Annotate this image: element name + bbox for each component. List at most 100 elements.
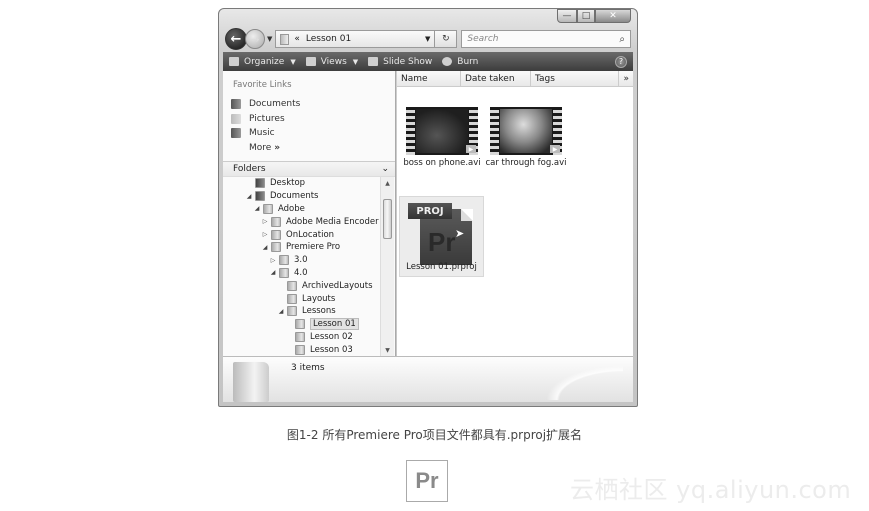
expand-arrow-icon[interactable]: ◢ (253, 205, 261, 212)
folders-label: Folders (233, 164, 266, 174)
help-button[interactable]: ? (615, 55, 627, 68)
expand-arrow-icon[interactable]: ◢ (261, 244, 269, 251)
tree-item-desktop[interactable]: Desktop (223, 177, 380, 190)
folder-icon (263, 203, 273, 214)
tree-item-lesson-01[interactable]: Lesson 01 (223, 318, 380, 331)
navigation-pane: Favorite Links Documents Pictures Music … (223, 71, 396, 356)
tree-item-layouts[interactable]: Layouts (223, 292, 380, 305)
tree-item-3-0[interactable]: ▷ 3.0 (223, 254, 380, 267)
forward-button[interactable]: → (245, 29, 265, 49)
address-bar[interactable]: « Lesson 01 ▼ (275, 30, 436, 48)
organize-button[interactable]: Organize ▼ (229, 57, 296, 67)
tree-item-adobe[interactable]: ◢ Adobe (223, 203, 380, 216)
minimize-button[interactable]: — (557, 9, 577, 23)
expand-arrow-icon[interactable]: ◢ (269, 269, 277, 276)
slide-show-button[interactable]: Slide Show (368, 57, 432, 67)
views-icon (305, 57, 316, 66)
organize-label: Organize (244, 56, 285, 67)
file-item-boss-on-phone[interactable]: ▶ boss on phone.avi (403, 107, 481, 168)
burn-button[interactable]: Burn (442, 57, 478, 67)
explorer-window: — □ ✕ ← → ▼ « Lesson 01 ▼ ↻ Search ⌕ Org… (218, 8, 638, 407)
file-item-car-through-fog[interactable]: ▶ car through fog.avi (483, 107, 569, 168)
chevron-down-icon: ▼ (290, 57, 296, 66)
refresh-icon: ↻ (442, 34, 450, 44)
expand-arrow-icon[interactable]: ◢ (277, 308, 285, 315)
address-dropdown[interactable]: ▼ (421, 35, 434, 43)
tree-item-lessons[interactable]: ◢ Lessons (223, 305, 380, 318)
address-prefix[interactable]: « (294, 34, 300, 44)
tree-item-adobe-media-encoder[interactable]: ▷ Adobe Media Encoder (223, 215, 380, 228)
views-button[interactable]: Views ▼ (305, 57, 358, 67)
scrollbar-thumb[interactable] (383, 199, 392, 239)
back-button[interactable]: ← (225, 28, 247, 50)
tree-label: Premiere Pro (286, 242, 341, 253)
proj-tag: PROJ (408, 203, 452, 219)
column-headers: Name Date taken Tags » (397, 71, 633, 87)
refresh-button[interactable]: ↻ (435, 30, 458, 48)
favorite-pictures[interactable]: Pictures (223, 112, 395, 127)
tree-label: 4.0 (294, 267, 308, 278)
tree-item-archivedlayouts[interactable]: ArchivedLayouts (223, 279, 380, 292)
tree-label: Lesson 01 (310, 318, 359, 331)
folder-icon (255, 178, 265, 189)
favorite-music[interactable]: Music (223, 126, 395, 141)
folders-header[interactable]: Folders ⌄ (223, 161, 395, 177)
back-arrow-icon: ← (230, 31, 242, 47)
expand-arrow-icon[interactable]: ▷ (269, 257, 277, 264)
window-caption-buttons: — □ ✕ (557, 9, 631, 23)
chevron-down-icon: ⌄ (381, 164, 389, 174)
file-name: car through fog.avi (485, 158, 567, 168)
folder-icon (279, 267, 289, 278)
recent-pages-dropdown[interactable]: ▼ (267, 35, 272, 43)
logo-text: Pr (415, 468, 439, 493)
tree-item-lesson-03[interactable]: Lesson 03 (223, 343, 380, 356)
video-thumbnail: ▶ (490, 107, 562, 155)
folder-icon (295, 331, 305, 342)
column-date-taken[interactable]: Date taken (461, 71, 531, 86)
file-list-pane: Name Date taken Tags » ▶ boss on phone.a… (397, 71, 633, 356)
organize-icon (229, 57, 239, 66)
item-count: 3 items (291, 363, 325, 373)
favorite-links-header: Favorite Links (233, 80, 292, 90)
file-item-lesson-01-prproj[interactable]: PROJ Pr ➤ Lesson 01.prproj (399, 196, 484, 277)
favorite-label: Music (249, 128, 275, 139)
premiere-logo-icon: Pr (406, 460, 448, 502)
tree-item-onlocation[interactable]: ▷ OnLocation (223, 228, 380, 241)
favorite-documents[interactable]: Documents (223, 97, 395, 112)
file-name: Lesson 01.prproj (406, 262, 477, 272)
search-icon[interactable]: ⌕ (619, 34, 625, 45)
expand-arrow-icon[interactable]: ◢ (245, 193, 253, 200)
scroll-down-icon[interactable]: ▼ (381, 344, 394, 356)
tree-item-lesson-02[interactable]: Lesson 02 (223, 331, 380, 344)
column-name[interactable]: Name (397, 71, 461, 86)
folder-icon (271, 216, 281, 227)
expand-arrow-icon[interactable]: ▷ (261, 231, 269, 238)
search-input[interactable]: Search ⌕ (461, 30, 631, 48)
folder-icon (287, 306, 297, 317)
folder-tree-scrollbar[interactable]: ▲ ▼ (380, 177, 394, 356)
forward-arrow-icon: → (250, 32, 260, 46)
favorite-label: Documents (249, 99, 301, 110)
tree-label: ArchivedLayouts (302, 280, 373, 291)
column-tags[interactable]: Tags (531, 71, 619, 86)
tree-label: Documents (270, 191, 319, 202)
close-button[interactable]: ✕ (595, 9, 631, 23)
tree-item-premiere-pro[interactable]: ◢ Premiere Pro (223, 241, 380, 254)
maximize-button[interactable]: □ (577, 9, 595, 23)
folder-icon (287, 293, 297, 304)
decorative-swoosh (533, 360, 623, 400)
more-columns-icon[interactable]: » (619, 71, 633, 86)
address-path[interactable]: Lesson 01 (306, 34, 421, 44)
tree-item-4-0[interactable]: ◢ 4.0 (223, 267, 380, 280)
favorite-more[interactable]: More » (223, 141, 395, 156)
folder-icon (280, 33, 290, 45)
expand-arrow-icon[interactable]: ▷ (261, 218, 269, 225)
tree-item-documents[interactable]: ◢ Documents (223, 190, 380, 203)
help-icon: ? (618, 57, 624, 66)
premiere-project-icon: PROJ Pr ➤ (408, 203, 473, 265)
tree-label: Desktop (270, 178, 306, 189)
documents-icon (231, 99, 241, 110)
scroll-up-icon[interactable]: ▲ (381, 177, 394, 189)
burn-icon (442, 57, 453, 66)
tree-label: Lesson 02 (310, 331, 353, 342)
